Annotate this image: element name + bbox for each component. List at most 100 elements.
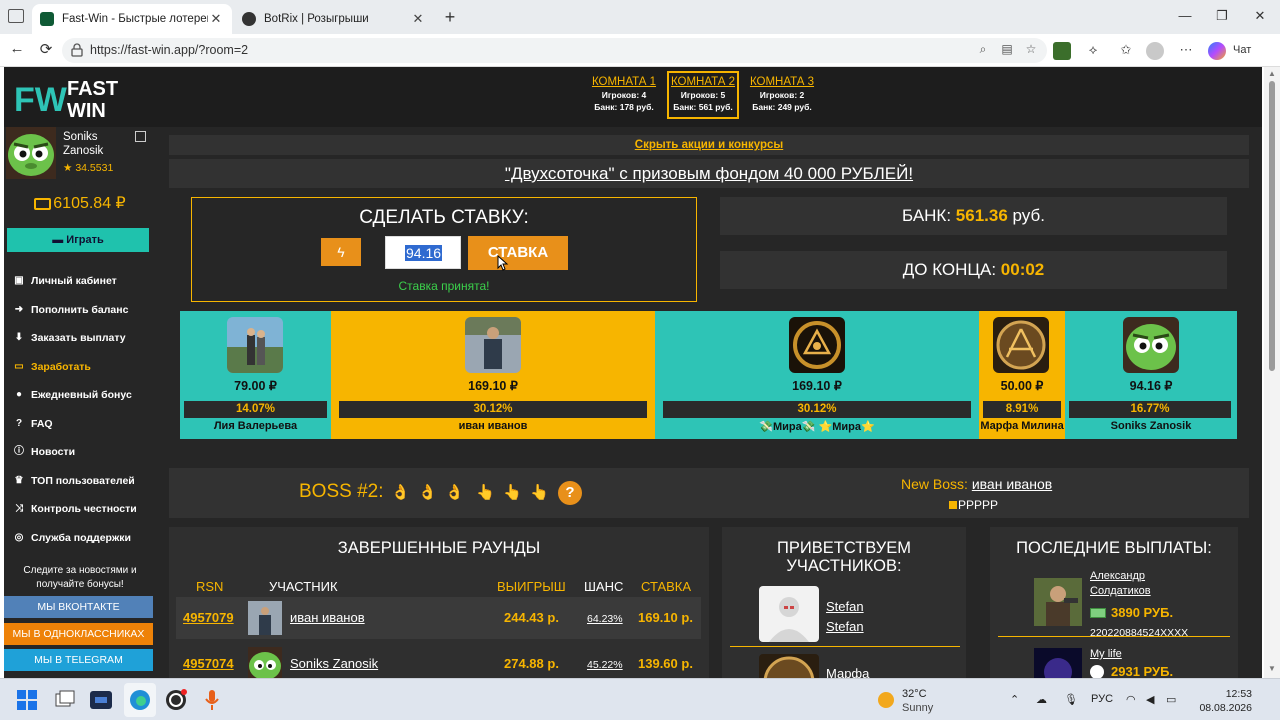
round-id-link[interactable]: 4957074 [183,656,234,671]
close-window-button[interactable]: ✕ [1245,8,1275,26]
wifi-icon[interactable]: ◠ [1126,693,1136,706]
quick-bet-bolt-button[interactable]: ϟ [321,238,361,266]
new-user-name-link[interactable]: Марфа [826,664,869,678]
payout-name-line: Солдатиков [1090,585,1151,597]
page-scrollbar[interactable]: ▲ ▼ [1264,67,1280,678]
sidebar-item-fairness[interactable]: ⤨ Контроль честности [12,495,152,524]
sidebar-item-faq[interactable]: ? FAQ [12,410,152,439]
back-button[interactable]: ← [6,40,28,60]
new-boss-name-link[interactable]: иван иванов [972,476,1052,492]
ok-button[interactable]: МЫ В ОДНОКЛАССНИКАХ [4,623,153,645]
refresh-button[interactable]: ⟳ [35,40,57,60]
payout-user-name-link[interactable]: Александр Солдатиков [1090,569,1151,599]
player-card[interactable]: 94.16 ₽ 16.77% Soniks Zanosik [1065,311,1237,439]
player-avatar [993,317,1049,373]
sidebar-item-daily-bonus[interactable]: ● Ежедневный бонус [12,381,152,410]
vk-button[interactable]: МЫ ВКОНТАКТЕ [4,596,153,618]
user-avatar[interactable] [6,127,56,179]
player-card[interactable]: 169.10 ₽ 30.12% 💸Мира💸 ⭐Мира⭐ [655,311,979,439]
cloud-icon[interactable]: ☁ [1036,693,1047,706]
tab-botrix[interactable]: BotRix | Розыгрыши ✕ [234,4,434,34]
sidebar-item-label: Ежедневный бонус [31,389,132,402]
copilot-icon[interactable] [1208,42,1226,60]
money-icon [1090,608,1106,618]
profile-avatar-icon[interactable] [1146,42,1164,60]
microphone-app-icon[interactable] [200,688,224,712]
language-indicator[interactable]: РУС [1091,693,1113,705]
player-card[interactable]: 50.00 ₽ 8.91% Марфа Милина [979,311,1065,439]
tab-actions-icon[interactable] [8,9,24,23]
more-menu-icon[interactable]: ⋯ [1177,42,1195,60]
room-2-tab[interactable]: КОМНАТА 2 Игроков: 5 Банк: 561 руб. [667,71,739,119]
system-clock[interactable]: 12:53 08.08.2026 [1196,687,1252,715]
player-card[interactable]: 169.10 ₽ 30.12% иван иванов [331,311,655,439]
tray-expand-icon[interactable]: ⌃ [1010,693,1019,706]
sidebar-item-top[interactable]: ♛ ТОП пользователей [12,467,152,496]
url-field[interactable]: https://fast-win.app/?room=2 ⌕ ▤ ☆ [62,38,1047,63]
zoom-icon[interactable]: ⌕ [974,42,992,60]
scroll-up-arrow-icon[interactable]: ▲ [1267,69,1277,78]
edge-browser-icon[interactable] [128,688,152,712]
sidebar-item-deposit[interactable]: ➜ Пополнить баланс [12,296,152,325]
new-user-name-link[interactable]: Stefan Stefan [826,597,864,637]
battery-icon[interactable]: ▭ [1166,693,1176,706]
round-id-link[interactable]: 4957079 [183,610,234,625]
scroll-down-arrow-icon[interactable]: ▼ [1267,664,1277,673]
payout-amount: 3890 РУБ. [1111,605,1174,620]
round-winner-link[interactable]: иван иванов [290,610,365,625]
tab-fast-win[interactable]: Fast-Win - Быстрые лотереи! Ком ✕ [32,4,232,34]
table-row[interactable]: 4957079 иван иванов 244.43 р. 64.23% 169… [176,597,701,639]
close-tab-icon[interactable]: ✕ [410,11,426,27]
bet-amount-input[interactable]: 94.16 [385,236,461,269]
close-tab-icon[interactable]: ✕ [208,11,224,27]
pointing-up-icon: 👆 [503,484,522,501]
promo-toggle-link[interactable]: Скрыть акции и конкурсы [169,135,1249,155]
minimize-button[interactable]: — [1170,8,1200,26]
play-button[interactable]: ▬ Играть [7,228,149,252]
extensions-puzzle-icon[interactable]: ⟡ [1084,42,1102,60]
weather-sun-icon[interactable] [878,692,894,708]
sidebar-item-earn[interactable]: ▭ Заработать [12,353,152,382]
site-info-icon[interactable] [70,43,84,57]
favorites-icon[interactable]: ✩ [1117,42,1135,60]
round-chance-link[interactable]: 45.22% [587,659,623,671]
boss-help-button[interactable]: ? [558,481,582,505]
obs-icon[interactable] [164,688,188,712]
reader-mode-icon[interactable]: ▤ [998,42,1016,60]
room-bank: Банк: 178 руб. [594,102,654,112]
player-card[interactable]: 79.00 ₽ 14.07% Лия Валерьева [180,311,331,439]
round-avatar [248,601,282,635]
round-winner-link[interactable]: Soniks Zanosik [290,656,378,671]
round-chance-link[interactable]: 64.23% [587,613,623,625]
weather-temp[interactable]: 32°C [902,688,927,700]
room-bank: Банк: 561 руб. [673,102,733,112]
logout-icon[interactable] [135,131,146,142]
place-bet-button[interactable]: СТАВКА [468,236,568,270]
sidebar-item-support[interactable]: ◎ Служба поддержки [12,524,152,553]
new-tab-button[interactable]: + [440,8,460,28]
sidebar-item-label: Заказать выплату [31,332,126,345]
sidebar-item-cabinet[interactable]: ▣ Личный кабинет [12,267,152,296]
task-view-icon[interactable] [53,688,77,712]
room-3-tab[interactable]: КОМНАТА 3 Игроков: 2 Банк: 249 руб. [746,71,818,119]
payout-user-name-link[interactable]: My life [1090,647,1122,662]
favorite-star-icon[interactable]: ☆ [1022,42,1040,60]
promo-headline-link[interactable]: "Двухсоточка" с призовым фондом 40 000 Р… [169,159,1249,188]
bet-status-text: Ставка принята! [398,279,490,293]
room-1-tab[interactable]: КОМНАТА 1 Игроков: 4 Банк: 178 руб. [588,71,660,119]
extension-icon[interactable] [1053,42,1071,60]
volume-icon[interactable]: ◀ [1146,693,1154,706]
arrow-down-circle-icon: ⬇ [14,332,24,344]
table-row[interactable]: 4957074 Soniks Zanosik 274.88 р. 45.22% … [176,643,701,678]
fast-win-logo[interactable]: FW FAST WIN [14,75,126,121]
microphone-icon[interactable]: 🎙 [1064,693,1078,706]
sidebar-item-withdraw[interactable]: ⬇ Заказать выплату [12,324,152,353]
windows-start-icon[interactable] [15,688,39,712]
weather-condition[interactable]: Sunny [902,702,933,714]
scrollbar-thumb[interactable] [1269,81,1275,371]
sidebar-item-news[interactable]: ⓘ Новости [12,438,152,467]
app-icon[interactable] [89,688,113,712]
telegram-button[interactable]: МЫ В TELEGRAM [4,649,153,671]
maximize-button[interactable]: ❐ [1207,8,1237,26]
chat-label[interactable]: Чат [1233,44,1251,56]
